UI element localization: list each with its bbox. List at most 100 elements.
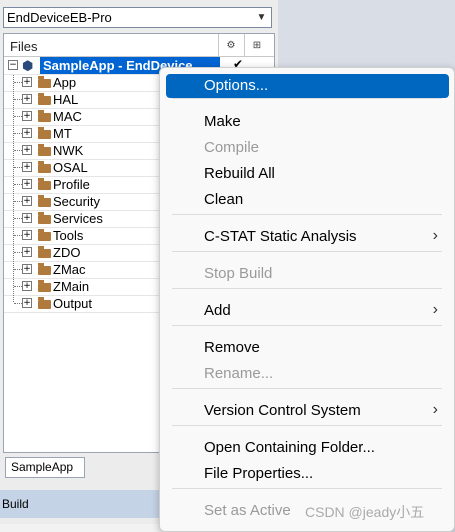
- menu-separator: [172, 98, 442, 99]
- menu-separator: [172, 288, 442, 289]
- tree-node-label: Services: [53, 211, 103, 226]
- tree-connector: [14, 286, 22, 287]
- menu-item-label: File Properties...: [204, 465, 314, 482]
- menu-item-label: Rename...: [204, 365, 274, 382]
- menu-item-clean[interactable]: Clean: [160, 188, 454, 212]
- tree-connector: [14, 82, 22, 83]
- menu-item-rebuild-all[interactable]: Rebuild All: [160, 162, 454, 186]
- tab-sampleapp[interactable]: SampleApp: [5, 457, 85, 478]
- menu-item-compile: Compile: [160, 136, 454, 160]
- menu-item-open-containing-folder[interactable]: Open Containing Folder...: [160, 436, 454, 460]
- menu-item-c-stat-static-analysis[interactable]: C-STAT Static Analysis ›: [160, 225, 454, 249]
- expand-icon[interactable]: +: [22, 77, 32, 87]
- tree-node-label: ZMac: [53, 262, 86, 277]
- menu-item-label: C-STAT Static Analysis: [204, 228, 357, 245]
- project-icon: ⬢: [22, 58, 34, 73]
- collapse-icon[interactable]: −: [8, 60, 18, 70]
- expand-icon[interactable]: +: [22, 111, 32, 121]
- tree-connector: [14, 184, 22, 185]
- tree-connector: [14, 133, 22, 134]
- folder-icon: [38, 161, 51, 173]
- context-menu: Options... Make Compile Rebuild All Clean C-S…: [159, 67, 455, 532]
- tree-node-label: MT: [53, 126, 72, 141]
- tree-node-label: OSAL: [53, 160, 88, 175]
- menu-item-make[interactable]: Make: [160, 110, 454, 134]
- menu-item-file-properties[interactable]: File Properties...: [160, 462, 454, 486]
- expand-icon[interactable]: +: [22, 298, 32, 308]
- menu-separator: [172, 251, 442, 252]
- tree-connector: [13, 75, 14, 302]
- build-label: Build: [2, 497, 29, 511]
- menu-separator: [172, 388, 442, 389]
- expand-icon[interactable]: +: [22, 128, 32, 138]
- tab-label: SampleApp: [11, 460, 74, 474]
- expand-icon[interactable]: +: [22, 179, 32, 189]
- chevron-right-icon: ›: [432, 227, 438, 244]
- menu-item-label: Options...: [204, 77, 269, 94]
- tree-connector: [14, 116, 22, 117]
- menu-item-options[interactable]: Options...: [166, 74, 449, 98]
- tree-node-label: MAC: [53, 109, 82, 124]
- menu-item-remove[interactable]: Remove: [160, 336, 454, 360]
- folder-icon: [38, 246, 51, 258]
- folder-icon: [38, 178, 51, 190]
- menu-separator: [172, 488, 442, 489]
- expand-icon[interactable]: +: [22, 230, 32, 240]
- tree-connector: [14, 235, 22, 236]
- expand-icon[interactable]: +: [22, 94, 32, 104]
- menu-item-label: Make: [204, 113, 241, 130]
- tree-connector: [14, 150, 22, 151]
- menu-item-label: Remove: [204, 339, 260, 356]
- tree-connector: [14, 218, 22, 219]
- folder-icon: [38, 229, 51, 241]
- tree-node-label: App: [53, 75, 77, 90]
- menu-item-version-control-system[interactable]: Version Control System ›: [160, 399, 454, 423]
- expand-icon[interactable]: +: [22, 162, 32, 172]
- tree-connector: [14, 201, 22, 202]
- folder-icon: [38, 144, 51, 156]
- menu-item-label: Set as Active: [204, 502, 291, 519]
- tree-connector: [14, 99, 22, 100]
- folder-icon: [38, 127, 51, 139]
- menu-item-stop-build: Stop Build: [160, 262, 454, 286]
- expand-icon[interactable]: +: [22, 264, 32, 274]
- expand-icon[interactable]: +: [22, 247, 32, 257]
- options-column-icon[interactable]: ⚙: [218, 34, 243, 56]
- menu-item-add[interactable]: Add ›: [160, 299, 454, 323]
- folder-icon: [38, 195, 51, 207]
- folder-icon: [38, 76, 51, 88]
- grid-column-icon[interactable]: ⊞: [244, 34, 269, 56]
- expand-icon[interactable]: +: [22, 145, 32, 155]
- expand-icon[interactable]: +: [22, 213, 32, 223]
- menu-separator: [172, 425, 442, 426]
- tree-connector: [14, 252, 22, 253]
- watermark: CSDN @jeady小五: [305, 504, 425, 520]
- configuration-value: EndDeviceEB-Pro: [7, 10, 112, 25]
- chevron-down-icon[interactable]: ▼: [254, 9, 269, 26]
- tree-node-label: HAL: [53, 92, 79, 107]
- expand-icon[interactable]: +: [22, 196, 32, 206]
- tree-node-label: Output: [53, 296, 93, 311]
- tree-connector: [14, 303, 22, 304]
- menu-item-label: Open Containing Folder...: [204, 439, 375, 456]
- tree-node-label: NWK: [53, 143, 84, 158]
- configuration-dropdown[interactable]: EndDeviceEB-Pro ▼: [3, 7, 272, 28]
- tree-node-label: Tools: [53, 228, 84, 243]
- folder-icon: [38, 93, 51, 105]
- folder-icon: [38, 110, 51, 122]
- menu-item-label: Rebuild All: [204, 165, 275, 182]
- menu-item-label: Add: [204, 302, 231, 319]
- menu-item-label: Version Control System: [204, 402, 361, 419]
- menu-item-label: Clean: [204, 191, 244, 208]
- files-column-header: Files: [10, 39, 38, 54]
- menu-item-label: Stop Build: [204, 265, 273, 282]
- tree-node-label: Security: [53, 194, 100, 209]
- tree-connector: [14, 269, 22, 270]
- tree-connector: [14, 167, 22, 168]
- expand-icon[interactable]: +: [22, 281, 32, 291]
- folder-icon: [38, 280, 51, 292]
- menu-item-label: Compile: [204, 139, 260, 156]
- tree-node-label: ZMain: [53, 279, 90, 294]
- tree-node-label: Profile: [53, 177, 90, 192]
- tree-node-label: ZDO: [53, 245, 81, 260]
